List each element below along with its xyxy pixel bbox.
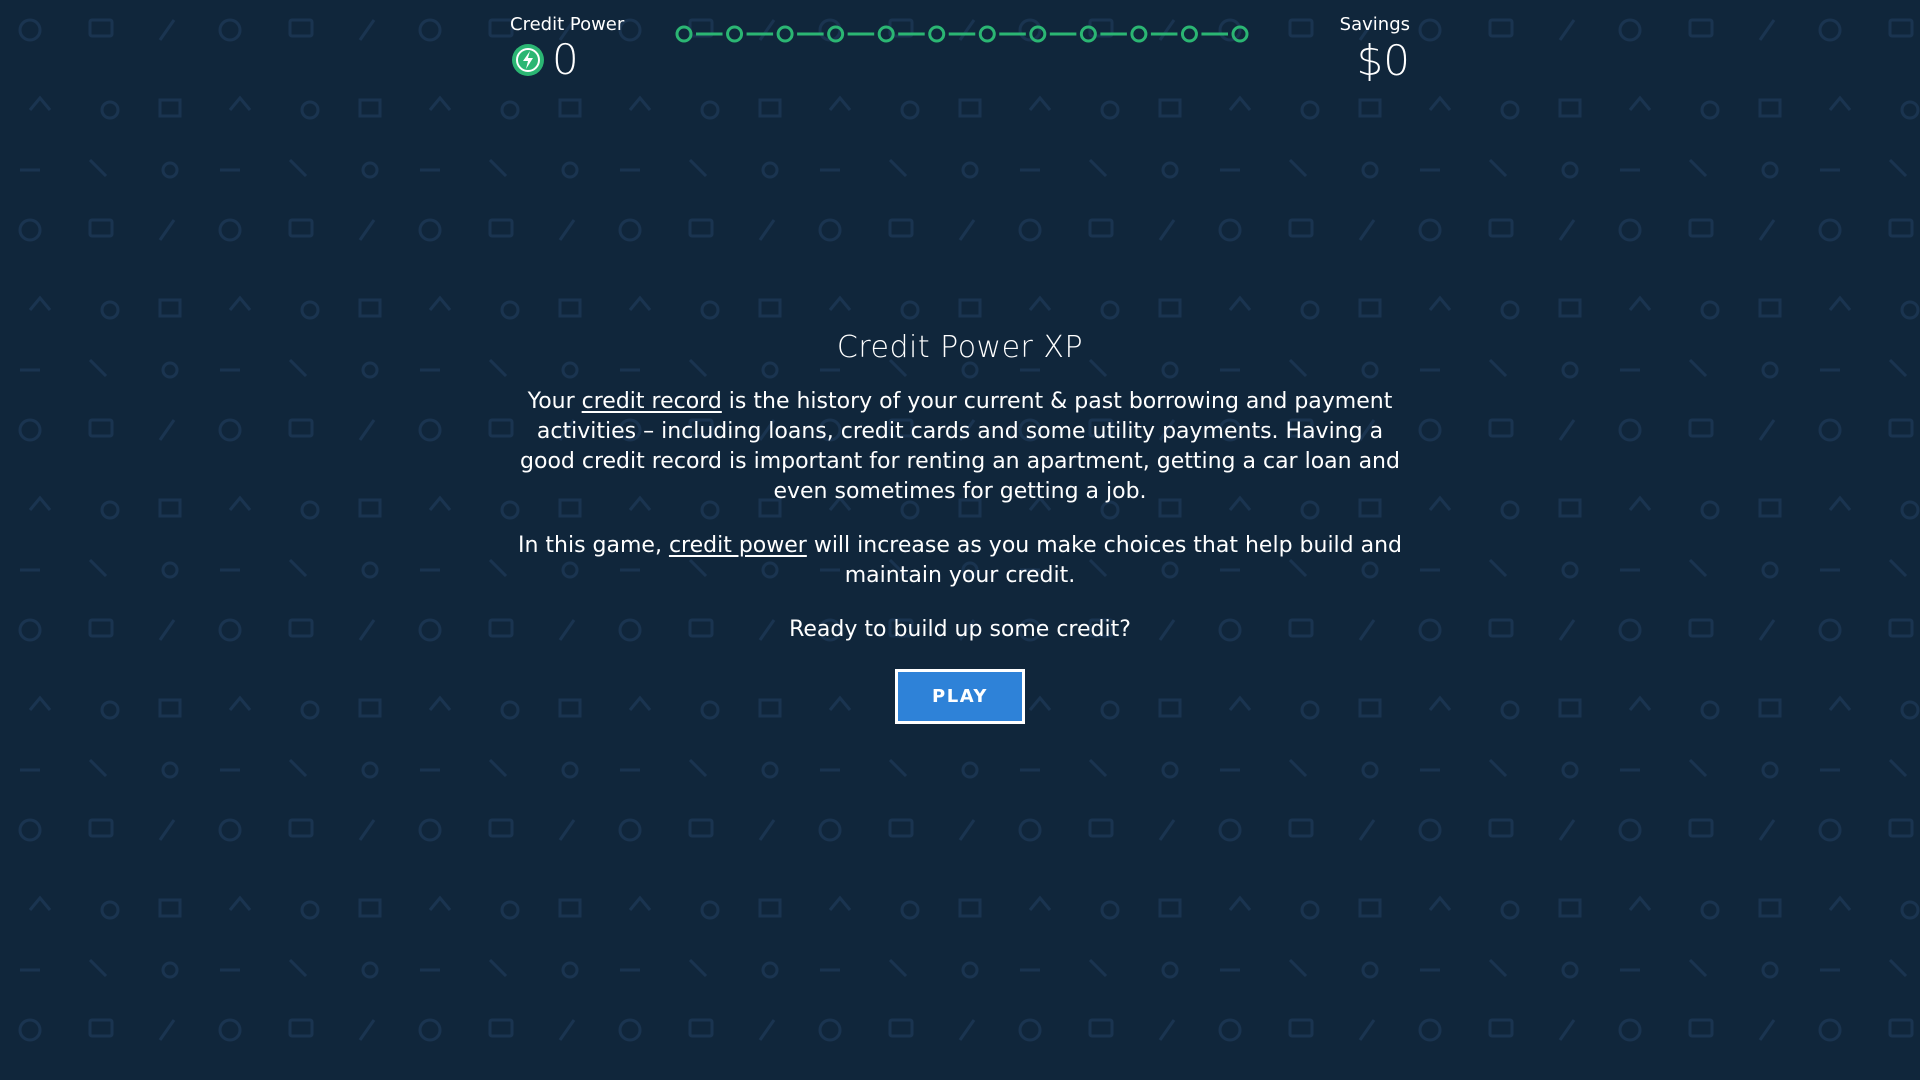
credit-power-meter: Credit Power 0 bbox=[510, 14, 650, 82]
intro-prompt: Ready to build up some credit? bbox=[789, 617, 1131, 642]
hud-bar: Credit Power 0 Savings $0 bbox=[0, 0, 1920, 100]
play-button[interactable]: PLAY bbox=[895, 669, 1025, 724]
savings-label: Savings bbox=[1339, 14, 1410, 35]
credit-power-row: 0 bbox=[510, 38, 650, 82]
progress-step-node bbox=[928, 25, 946, 43]
credit-power-value: 0 bbox=[552, 35, 579, 84]
intro-p1-before: Your bbox=[527, 389, 582, 414]
savings-value: $0 bbox=[1356, 36, 1410, 85]
play-button-wrap: PLAY bbox=[510, 669, 1410, 724]
intro-panel: Credit Power XP Your credit record is th… bbox=[510, 330, 1410, 724]
progress-step-node bbox=[726, 25, 744, 43]
intro-title: Credit Power XP bbox=[836, 330, 1084, 365]
intro-paragraph-credit-power: In this game, credit power will increase… bbox=[510, 531, 1410, 591]
credit-power-label: Credit Power bbox=[510, 14, 625, 35]
progress-step-node bbox=[776, 25, 794, 43]
progress-step-node bbox=[827, 25, 845, 43]
progress-step-node bbox=[1231, 25, 1249, 43]
savings-meter: Savings $0 bbox=[1250, 14, 1410, 84]
level-progress-track bbox=[675, 25, 1249, 43]
progress-step-node bbox=[1130, 25, 1148, 43]
intro-p2-after: will increase as you make choices that h… bbox=[806, 533, 1403, 588]
intro-p2-before: In this game, bbox=[517, 533, 669, 558]
progress-step-node bbox=[675, 25, 693, 43]
progress-step-node bbox=[1180, 25, 1198, 43]
intro-paragraph-credit-record: Your credit record is the history of you… bbox=[510, 387, 1410, 507]
lightning-bolt-icon bbox=[510, 42, 546, 78]
credit-power-link[interactable]: credit power bbox=[669, 533, 807, 558]
progress-step-node bbox=[1079, 25, 1097, 43]
credit-record-link[interactable]: credit record bbox=[582, 389, 722, 414]
progress-step-node bbox=[1029, 25, 1047, 43]
progress-step-node bbox=[877, 25, 895, 43]
progress-step-node bbox=[978, 25, 996, 43]
